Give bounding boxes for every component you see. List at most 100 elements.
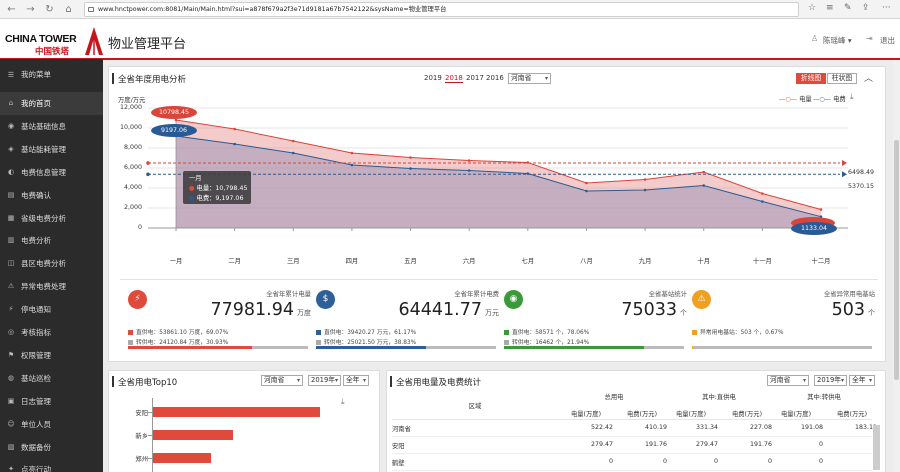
card-line-2: 转供电：16462 个，21.94% bbox=[504, 337, 589, 346]
tooltip-electricity: ● 电量：10,798.45 bbox=[189, 185, 248, 192]
tooltip-title: 一月 bbox=[189, 175, 202, 182]
table-cell: 410.19 bbox=[644, 424, 667, 431]
fee-point bbox=[233, 142, 236, 146]
fee-point bbox=[643, 188, 647, 192]
top10-province-select[interactable]: 河南省 bbox=[261, 375, 303, 386]
table-cell: 522.42 bbox=[590, 424, 613, 431]
table-cell: 191.08 bbox=[800, 424, 823, 431]
table-cell: 227.08 bbox=[749, 424, 772, 431]
stats-year-select[interactable]: 2019年 bbox=[814, 375, 847, 386]
region-cell: 安阳 bbox=[392, 443, 405, 450]
tooltip-fee: ● 电费：9,197.06 bbox=[189, 195, 244, 202]
fee-point bbox=[409, 167, 412, 170]
electricity-point bbox=[291, 139, 295, 143]
top10-axis bbox=[152, 398, 153, 472]
stats-province-select[interactable]: 河南省 bbox=[767, 375, 809, 386]
card-unit: 万度 bbox=[297, 309, 311, 317]
table-cell: 0 bbox=[837, 441, 877, 448]
top10-bar-label: 郑州 bbox=[135, 456, 148, 463]
title-accent-bar bbox=[112, 376, 114, 387]
table-cell: 0 bbox=[837, 458, 877, 465]
table-cell: 279.47 bbox=[590, 441, 613, 448]
electricity-point bbox=[819, 208, 823, 211]
table-scrollbar[interactable] bbox=[873, 425, 880, 470]
region-header: 区域 bbox=[468, 403, 482, 410]
avg-fee-arrow bbox=[842, 171, 847, 178]
legend-swatch bbox=[692, 330, 697, 335]
legend-swatch bbox=[316, 340, 321, 345]
sub-header: 电费(万元) bbox=[836, 411, 868, 418]
card-line-1: 异常用电基站：503 个，0.67% bbox=[692, 327, 784, 336]
region-cell: 鹤壁 bbox=[392, 460, 405, 467]
region-cell: 河南省 bbox=[392, 426, 411, 433]
table-cell: 331.34 bbox=[695, 424, 718, 431]
electricity-point bbox=[761, 192, 764, 195]
card-number: 75033 bbox=[621, 300, 677, 320]
electricity-point bbox=[233, 127, 236, 131]
card-number: 64441.77 bbox=[398, 300, 482, 320]
table-cell: 0 bbox=[818, 458, 823, 465]
progress-fill bbox=[128, 346, 253, 349]
card-progress-bar bbox=[128, 346, 308, 349]
top10-period-select[interactable]: 全年 bbox=[343, 375, 369, 386]
card-label: 全省基站统计 bbox=[648, 290, 687, 298]
sub-header: 电量(万度) bbox=[675, 411, 707, 418]
fee-point bbox=[585, 189, 588, 193]
callout-first-electricity: 10798.45 bbox=[151, 106, 197, 119]
card-unit: 个 bbox=[680, 309, 687, 317]
top10-title: 全省用电Top10 bbox=[118, 378, 178, 388]
card-value: 64441.77 万元 bbox=[398, 300, 499, 320]
table-cell: 191.76 bbox=[749, 441, 772, 448]
callout-first-fee: 9197.06 bbox=[151, 124, 197, 137]
card-value: 503 个 bbox=[832, 300, 875, 320]
table-cell: 279.47 bbox=[695, 441, 718, 448]
group-header: 其中:转供电 bbox=[807, 394, 841, 401]
table-cell: 0 bbox=[608, 458, 613, 465]
sub-header: 电量(万度) bbox=[780, 411, 812, 418]
progress-fill bbox=[504, 346, 645, 349]
top10-bar[interactable] bbox=[152, 430, 233, 440]
card-progress-bar bbox=[504, 346, 684, 349]
card-progress-bar bbox=[316, 346, 496, 349]
electricity-point bbox=[585, 181, 588, 185]
card-line-text: 直供电：53861.10 万度，69.07% bbox=[136, 330, 229, 336]
bolt-icon: ⚡ bbox=[128, 290, 147, 309]
table-cell: 0 bbox=[713, 458, 718, 465]
table-cell: 0 bbox=[818, 441, 823, 448]
fee-point bbox=[702, 184, 706, 187]
legend-swatch bbox=[128, 330, 133, 335]
card-line-2: 转供电：24120.84 万度，30.93% bbox=[128, 337, 228, 346]
table-cell: 191.76 bbox=[644, 441, 667, 448]
callout-last-fee: 1133.04 bbox=[791, 222, 837, 235]
card-line-text: 直供电：39420.27 万元，61.17% bbox=[324, 330, 417, 336]
legend-swatch bbox=[504, 330, 509, 335]
card-number: 503 bbox=[831, 300, 865, 320]
group-header: 其中:直供电 bbox=[702, 394, 736, 401]
table-cell: 0 bbox=[662, 458, 667, 465]
avg-electricity-start bbox=[146, 161, 150, 165]
avg-fee-start bbox=[146, 172, 150, 177]
electricity-point bbox=[702, 170, 706, 174]
top10-download-icon[interactable]: ⤓ bbox=[341, 397, 345, 407]
card-label: 全省年累计电费 bbox=[454, 290, 499, 298]
card-line-1: 直供电：53861.10 万度，69.07% bbox=[128, 327, 228, 336]
top10-year-select[interactable]: 2019年 bbox=[308, 375, 341, 386]
electricity-point bbox=[350, 151, 354, 155]
card-progress-bar bbox=[692, 346, 872, 349]
avg-electricity-arrow bbox=[842, 160, 847, 167]
table-cell: 183.11 bbox=[854, 424, 877, 431]
stats-title: 全省用电量及电费统计 bbox=[396, 378, 482, 388]
top10-bar-label: 新乡 bbox=[135, 433, 148, 440]
sub-header: 电量(万度) bbox=[570, 411, 602, 418]
card-label: 全省年累计电量 bbox=[266, 290, 311, 298]
top10-bar[interactable] bbox=[152, 407, 320, 417]
card-unit: 万元 bbox=[485, 309, 499, 317]
page-scrollbar[interactable] bbox=[893, 60, 900, 472]
card-line-1: 直供电：39420.27 万元，61.17% bbox=[316, 327, 416, 336]
stats-period-select[interactable]: 全年 bbox=[849, 375, 875, 386]
card-value: 77981.94 万度 bbox=[210, 300, 311, 320]
card-line-text: 直供电：58571 个，78.06% bbox=[512, 330, 590, 336]
warning-icon: ⚠ bbox=[692, 290, 711, 309]
top10-bar[interactable] bbox=[152, 453, 211, 463]
electricity-point bbox=[467, 159, 471, 162]
